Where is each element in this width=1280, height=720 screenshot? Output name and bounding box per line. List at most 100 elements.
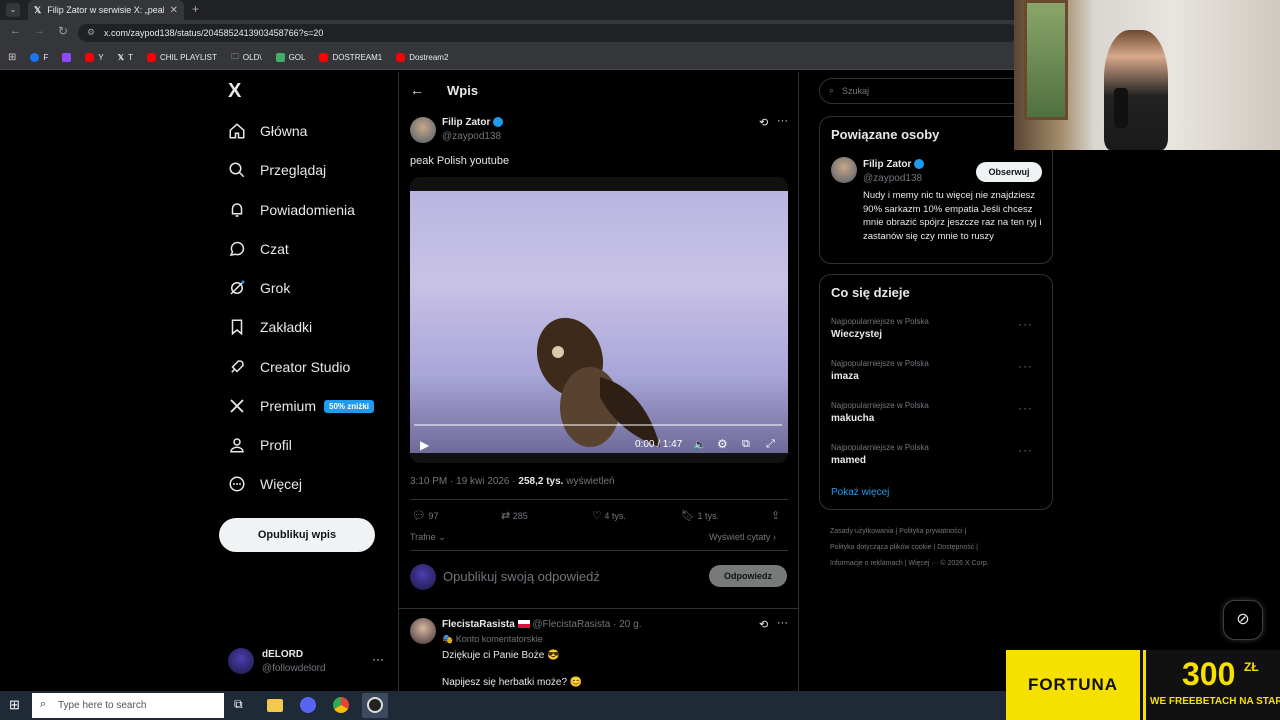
- reply-avatar[interactable]: [410, 618, 436, 644]
- reply-author-name[interactable]: FlecistaRasista: [442, 619, 515, 630]
- grok-explain-icon[interactable]: ⟲: [759, 116, 768, 129]
- new-tab-button[interactable]: +: [192, 2, 199, 16]
- bookmark-item[interactable]: F: [30, 53, 48, 62]
- show-more-link[interactable]: Pokaż więcej: [831, 487, 889, 498]
- more-icon[interactable]: ···: [1018, 401, 1033, 415]
- reply-handle[interactable]: @FlecistaRasista · 20 g.: [532, 619, 641, 630]
- nav-item-creator-studio[interactable]: Creator Studio: [228, 358, 350, 376]
- reload-icon[interactable]: ↻: [58, 24, 68, 38]
- play-icon[interactable]: ▶: [420, 438, 429, 452]
- nav-item-premium[interactable]: Premium 50% zniżki: [228, 397, 375, 415]
- pip-icon[interactable]: ⧉: [742, 438, 750, 451]
- share-icon[interactable]: ⇪: [771, 509, 780, 522]
- more-icon[interactable]: ···: [1018, 317, 1033, 331]
- trend-item[interactable]: Najpopularniejsze w Polska makucha ···: [831, 401, 1043, 424]
- discord-icon[interactable]: [300, 697, 316, 713]
- bookmark-action[interactable]: 🔖︎ 1 tys.: [681, 509, 719, 522]
- video-progress-track[interactable]: [414, 424, 782, 426]
- grok-explain-icon[interactable]: ⟲: [759, 618, 768, 631]
- ad-offer: 300 ZŁ WE FREEBETACH NA START: [1146, 650, 1280, 720]
- trends-card: Co się dzieje Najpopularniejsze w Polska…: [819, 274, 1053, 510]
- main-column: ← Wpis Filip Zator @zaypod138 ⟲ ··· peak…: [398, 72, 799, 692]
- nav-item-more[interactable]: Więcej: [228, 475, 302, 493]
- bookmark-item[interactable]: 🗀 OLD\: [231, 51, 262, 65]
- chat-icon: [229, 241, 245, 256]
- related-bio: Nudy i memy nic tu więcej nie znajdziesz…: [863, 190, 1042, 242]
- grok-floating-button[interactable]: ⊘: [1223, 600, 1263, 640]
- task-view-icon[interactable]: ⧉: [234, 697, 243, 712]
- bookmark-item[interactable]: 𝕏T: [118, 53, 133, 62]
- reply-text-line2: Napijesz się herbatki może? 😊: [442, 677, 583, 688]
- more-icon[interactable]: ···: [777, 617, 788, 629]
- apps-icon[interactable]: ⊞: [8, 52, 16, 63]
- volume-icon[interactable]: 🔈: [693, 438, 707, 451]
- sort-dropdown[interactable]: Trafne ⌄: [410, 532, 446, 543]
- site-info-icon[interactable]: ⚙: [87, 27, 95, 38]
- more-icon[interactable]: ···: [777, 115, 788, 127]
- bookmark-icon: 🔖︎: [681, 510, 695, 522]
- nav-item-notifications[interactable]: Powiadomienia: [228, 201, 355, 219]
- nav-item-profile[interactable]: Profil: [228, 436, 292, 454]
- follow-button[interactable]: Obserwuj: [976, 162, 1042, 182]
- fullscreen-icon[interactable]: ⤢: [766, 438, 775, 451]
- author-name-row[interactable]: Filip Zator: [442, 117, 504, 128]
- fortuna-logo: FORTUNA: [1006, 650, 1143, 720]
- footer-links[interactable]: Zasady użytkowania | Polityka prywatnośc…: [830, 524, 989, 572]
- tab-list-button[interactable]: ⌄: [6, 3, 20, 17]
- x-icon: 𝕏: [117, 53, 125, 62]
- home-icon: [229, 123, 245, 139]
- video-player[interactable]: ▶ 0:00 / 1:47 🔈 ⚙ ⧉ ⤢: [410, 177, 788, 463]
- x-logo[interactable]: X: [228, 80, 241, 103]
- post-timestamp[interactable]: 3:10 PM · 19 kwi 2026 ·: [410, 476, 516, 487]
- view-quotes-link[interactable]: Wyświetl cytaty ›: [709, 532, 776, 542]
- bookmark-item[interactable]: CHIL PLAYLIST: [146, 53, 217, 62]
- nav-item-chat[interactable]: Czat: [228, 240, 289, 258]
- related-avatar[interactable]: [831, 157, 857, 183]
- nav-item-grok[interactable]: Grok: [228, 279, 290, 297]
- bookmark-item[interactable]: DOSTREAM1: [319, 53, 382, 62]
- repost-action[interactable]: ⇄ 285: [501, 509, 528, 522]
- related-name-row[interactable]: Filip Zator: [863, 159, 925, 170]
- reply-action[interactable]: 💬︎ 97: [412, 509, 439, 522]
- author-avatar[interactable]: [410, 117, 436, 143]
- chrome-icon[interactable]: [333, 697, 349, 713]
- nav-item-home[interactable]: Główna: [228, 122, 307, 140]
- bookmark-item[interactable]: GOL: [275, 53, 305, 62]
- back-arrow-icon[interactable]: ←: [410, 82, 424, 98]
- related-handle: @zaypod138: [863, 173, 923, 184]
- url-field[interactable]: ⚙ x.com/zaypod138/status/204585241390345…: [78, 24, 1018, 42]
- trend-item[interactable]: Najpopularniejsze w Polska imaza ···: [831, 359, 1043, 382]
- trend-item[interactable]: Najpopularniejsze w Polska Wieczystej ··…: [831, 317, 1043, 340]
- webcam-overlay: [1014, 0, 1280, 150]
- chevron-right-icon: ›: [770, 532, 776, 542]
- trend-item[interactable]: Najpopularniejsze w Polska mamed ···: [831, 443, 1043, 466]
- back-icon[interactable]: ←: [10, 25, 21, 37]
- grok-icon: ⊘: [1236, 611, 1250, 628]
- more-icon[interactable]: ···: [1018, 359, 1033, 373]
- taskbar-search-input[interactable]: ⌕ Type here to search: [32, 693, 224, 718]
- more-icon[interactable]: ···: [372, 652, 384, 666]
- reply-button[interactable]: Odpowiedz: [709, 565, 787, 587]
- browser-tab[interactable]: 𝕏 Filip Zator w serwisie X: „peak P ✕: [28, 0, 184, 20]
- settings-icon[interactable]: ⚙: [717, 437, 728, 451]
- file-explorer-icon[interactable]: [267, 699, 283, 712]
- bookmark-item[interactable]: [62, 53, 72, 62]
- like-action[interactable]: ♡ 4 tys.: [592, 509, 626, 522]
- grok-icon: [230, 280, 245, 295]
- x-premium-icon: [230, 399, 244, 413]
- reply-input[interactable]: Opublikuj swoją odpowiedź: [443, 569, 600, 584]
- bookmark-item[interactable]: Y: [85, 53, 104, 62]
- account-switcher[interactable]: dELORD @followdelord ···: [228, 646, 388, 678]
- ad-currency: ZŁ: [1244, 660, 1259, 674]
- windows-start-icon[interactable]: ⊞: [9, 697, 20, 713]
- forward-icon[interactable]: →: [34, 25, 45, 37]
- close-tab-icon[interactable]: ✕: [170, 5, 178, 16]
- bookmark-item[interactable]: Dostream2: [396, 53, 448, 62]
- post-button[interactable]: Opublikuj wpis: [219, 518, 375, 552]
- nav-item-explore[interactable]: Przeglądaj: [228, 161, 326, 179]
- author-name: Filip Zator: [442, 117, 491, 128]
- nav-item-bookmarks[interactable]: Zakładki: [228, 318, 312, 336]
- author-handle[interactable]: @zaypod138: [442, 131, 501, 142]
- youtube-icon: [396, 53, 406, 62]
- more-icon[interactable]: ···: [1018, 443, 1033, 457]
